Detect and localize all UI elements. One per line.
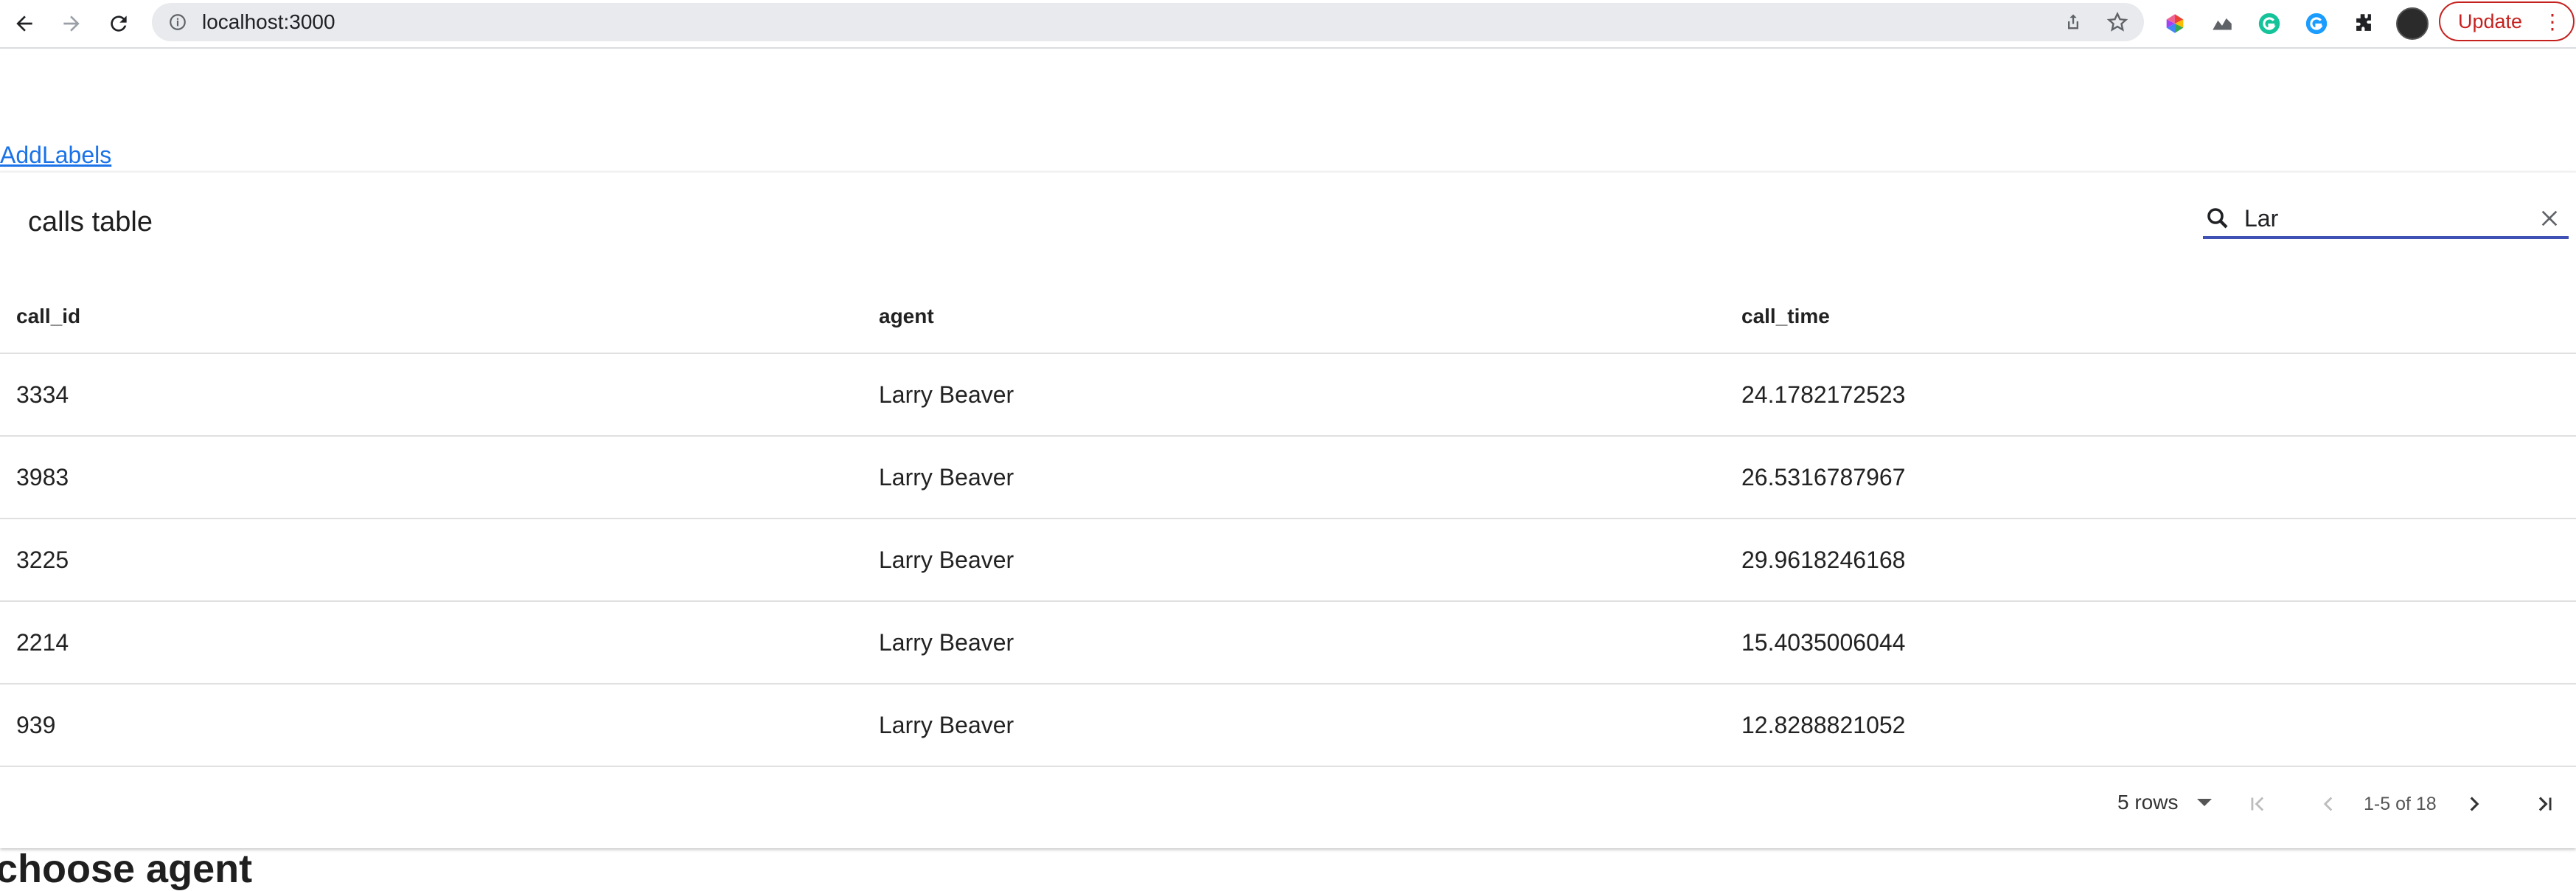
cell-agent: Larry Beaver — [879, 463, 1014, 490]
search-field[interactable] — [2203, 201, 2569, 239]
column-header-call-id[interactable]: call_id — [16, 280, 80, 353]
forward-arrow-icon — [63, 15, 80, 32]
table-title: calls table — [28, 207, 153, 238]
rows-per-page-label: 5 rows — [2117, 791, 2179, 814]
grammarly-blue-extension-icon[interactable] — [2302, 9, 2331, 38]
back-button[interactable] — [7, 7, 41, 41]
update-button[interactable]: Update ⋮ — [2439, 1, 2575, 41]
g-circle-icon — [2305, 13, 2328, 35]
first-page-button[interactable] — [2240, 786, 2275, 822]
cell-agent: Larry Beaver — [879, 546, 1014, 573]
cell-call-id: 939 — [16, 711, 56, 738]
browser-toolbar: localhost:3000 Update ⋮ — [0, 0, 2576, 49]
cell-agent: Larry Beaver — [879, 711, 1014, 738]
profile-avatar[interactable] — [2396, 7, 2429, 40]
table-row[interactable]: 2214 Larry Beaver 15.4035006044 — [0, 602, 2576, 684]
color-wheel-icon — [2166, 14, 2184, 33]
next-page-button[interactable] — [2457, 786, 2492, 822]
table-row[interactable]: 3983 Larry Beaver 26.5316787967 — [0, 437, 2576, 519]
bookmark-star-icon[interactable] — [2106, 10, 2129, 34]
grammarly-extension-icon[interactable] — [2255, 9, 2284, 38]
reload-icon — [111, 15, 127, 32]
puzzle-icon — [2356, 14, 2371, 31]
cell-call-time: 26.5316787967 — [1741, 463, 1906, 490]
table-header-row: call_id agent call_time — [0, 280, 2576, 354]
forward-button[interactable] — [55, 7, 88, 41]
back-arrow-icon — [16, 15, 32, 32]
last-page-icon — [2538, 797, 2552, 811]
color-extension-icon[interactable] — [2160, 9, 2190, 38]
rows-per-page-select[interactable]: 5 rows — [2117, 791, 2213, 814]
cell-agent: Larry Beaver — [879, 628, 1014, 656]
cell-agent: Larry Beaver — [879, 381, 1014, 408]
table-row[interactable]: 3225 Larry Beaver 29.9618246168 — [0, 519, 2576, 602]
cell-call-id: 2214 — [16, 628, 69, 656]
cell-call-id: 3334 — [16, 381, 69, 408]
share-icon[interactable] — [2063, 12, 2084, 32]
cell-call-id: 3983 — [16, 463, 69, 490]
cell-call-time: 15.4035006044 — [1741, 628, 1906, 656]
site-info-icon[interactable] — [168, 13, 187, 32]
analytics-extension-icon[interactable] — [2207, 9, 2237, 38]
chevron-right-icon — [2470, 797, 2479, 811]
previous-page-button[interactable] — [2311, 786, 2346, 822]
update-label: Update — [2458, 10, 2523, 32]
address-bar[interactable]: localhost:3000 — [152, 3, 2144, 41]
menu-dots-icon[interactable]: ⋮ — [2542, 10, 2563, 34]
table-pagination: 5 rows 1-5 of 18 — [0, 769, 2576, 848]
column-header-agent[interactable]: agent — [879, 280, 934, 353]
search-input[interactable] — [2244, 205, 2510, 232]
cell-call-time: 12.8288821052 — [1741, 711, 1906, 738]
add-labels-link[interactable]: AddLabels — [0, 139, 111, 171]
grammarly-icon — [2258, 13, 2280, 35]
search-icon — [2207, 208, 2228, 229]
cell-call-id: 3225 — [16, 546, 69, 573]
choose-agent-heading: choose agent — [0, 847, 253, 891]
page-range-label: 1-5 of 18 — [2364, 794, 2437, 814]
cell-call-time: 29.9618246168 — [1741, 546, 1906, 573]
table-row[interactable]: 3334 Larry Beaver 24.1782172523 — [0, 354, 2576, 437]
first-page-icon — [2251, 797, 2264, 811]
last-page-button[interactable] — [2527, 786, 2563, 822]
reload-button[interactable] — [102, 7, 136, 41]
clear-search-icon[interactable] — [2538, 207, 2561, 230]
dropdown-caret-icon — [2197, 799, 2213, 806]
column-header-call-time[interactable]: call_time — [1741, 280, 1830, 353]
table-row[interactable]: 939 Larry Beaver 12.8288821052 — [0, 684, 2576, 767]
chevron-left-icon — [2323, 797, 2333, 811]
url-text: localhost:3000 — [202, 10, 335, 33]
cell-call-time: 24.1782172523 — [1741, 381, 1906, 408]
calls-table-panel: calls table call_id agent call_time 3334… — [0, 171, 2576, 848]
bar-chart-icon — [2213, 18, 2232, 30]
extensions-button[interactable] — [2349, 9, 2378, 38]
